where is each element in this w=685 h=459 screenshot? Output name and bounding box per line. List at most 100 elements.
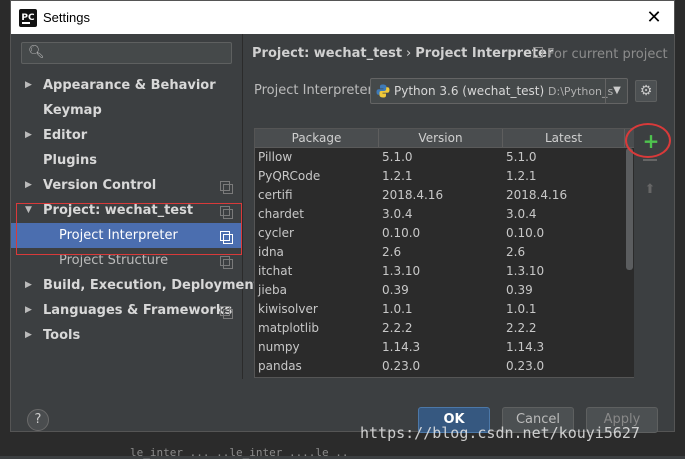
table-row[interactable]: certifi 2018.4.16 2018.4.16 [255,186,625,205]
package-name: jieba [258,283,288,297]
close-icon[interactable]: ✕ [643,7,665,29]
package-name: matplotlib [258,321,320,335]
settings-window: PC Settings ✕ 🔍︎ ▶ Appearance & Behavior… [10,0,675,433]
sidebar-item-label: Build, Execution, Deployment [43,278,260,293]
package-version: 3.0.4 [382,207,413,221]
package-latest: 2018.4.16 [506,188,568,202]
breadcrumb-project: Project: wechat_test [252,46,403,61]
table-row[interactable]: pandas 0.23.0 0.23.0 [255,357,625,376]
interpreter-value: Python 3.6 (wechat_test) D:\Python_s [394,84,613,98]
table-row[interactable]: cycler 0.10.0 0.10.0 [255,224,625,243]
python-icon [376,84,390,98]
interpreter-name: Python 3.6 (wechat_test) [394,84,545,98]
sidebar-item-build-execution-deployment[interactable]: ▶ Build, Execution, Deployment [11,273,260,298]
pycharm-app-icon: PC [19,9,37,27]
project-scope-icon [220,256,233,269]
package-name: cycler [258,226,294,240]
expand-arrow-icon[interactable]: ▶ [25,323,32,348]
breadcrumb-separator: › [406,46,412,61]
expand-arrow-icon[interactable]: ▶ [25,173,32,198]
desktop-edge-right [675,0,685,456]
settings-search-input[interactable]: 🔍︎ [21,42,232,64]
package-name: chardet [258,207,304,221]
package-version: 1.14.3 [382,340,421,354]
sidebar-item-label: Plugins [43,153,97,168]
for-current-project-note: For current project [533,47,668,62]
column-header-package[interactable]: Package [255,129,379,147]
package-version: 1.0.1 [382,302,413,316]
table-row[interactable]: idna 2.6 2.6 [255,243,625,262]
package-version: 2.6 [382,245,402,259]
package-version: 0.10.0 [382,226,421,240]
sidebar-item-keymap[interactable]: Keymap [11,98,242,123]
table-row[interactable]: chardet 3.0.4 3.0.4 [255,205,625,224]
package-name: numpy [258,340,300,354]
table-row[interactable]: numpy 1.14.3 1.14.3 [255,338,625,357]
sidebar-item-label: Languages & Frameworks [43,303,233,318]
table-row[interactable]: itchat 1.3.10 1.3.10 [255,262,625,281]
column-header-latest[interactable]: Latest [503,129,625,147]
desktop-edge-left [0,0,10,456]
package-name: itchat [258,264,293,278]
sidebar-item-label: Appearance & Behavior [43,78,216,93]
package-name: certifi [258,188,293,202]
package-latest: 0.10.0 [506,226,545,240]
expand-arrow-icon[interactable]: ▶ [25,273,32,298]
package-latest: 0.23.0 [506,359,545,373]
expand-arrow-icon[interactable]: ▶ [25,298,32,323]
interpreter-label: Project Interpreter: [254,83,378,98]
package-name: Pillow [258,150,293,164]
table-actions-bar [634,128,660,378]
column-header-version[interactable]: Version [379,129,503,147]
interpreter-path: D:\Python_s [548,85,614,98]
package-version: 2.2.2 [382,321,413,335]
settings-sidebar: 🔍︎ ▶ Appearance & Behavior Keymap ▶ Edit… [11,34,260,431]
background-editor-text: le_inter ... ..le_inter ....le .. [130,446,349,459]
expand-arrow-icon[interactable]: ▶ [25,73,32,98]
sidebar-item-languages-frameworks[interactable]: ▶ Languages & Frameworks [11,298,242,323]
table-scrollbar[interactable] [626,148,633,270]
project-scope-icon [533,47,543,58]
table-row[interactable]: matplotlib 2.2.2 2.2.2 [255,319,625,338]
minus-icon[interactable] [643,159,657,161]
breadcrumb: Project: wechat_test › Project Interpreter [252,46,553,61]
package-version: 1.3.10 [382,264,421,278]
project-scope-icon [220,306,233,319]
search-icon: 🔍︎ [28,45,45,60]
table-row[interactable]: PyQRCode 1.2.1 1.2.1 [255,167,625,186]
package-name: kiwisolver [258,302,318,316]
table-row[interactable]: jieba 0.39 0.39 [255,281,625,300]
window-title: Settings [43,10,90,25]
expand-arrow-icon[interactable]: ▶ [25,123,32,148]
up-arrow-icon[interactable]: ⬆ [644,182,656,198]
package-version: 0.23.0 [382,359,421,373]
package-latest: 1.14.3 [506,340,545,354]
help-icon[interactable]: ? [27,409,49,431]
sidebar-item-appearance-behavior[interactable]: ▶ Appearance & Behavior [11,73,242,98]
package-latest: 2.6 [506,245,526,259]
package-latest: 5.1.0 [506,150,537,164]
package-latest: 0.39 [506,283,533,297]
interpreter-select[interactable]: Python 3.6 (wechat_test) D:\Python_s [370,78,628,104]
package-latest: 3.0.4 [506,207,537,221]
package-name: PyQRCode [258,169,321,183]
table-row[interactable]: kiwisolver 1.0.1 1.0.1 [255,300,625,319]
package-version: 0.39 [382,283,409,297]
for-current-project-label: For current project [547,47,668,62]
package-latest: 1.0.1 [506,302,537,316]
sidebar-item-plugins[interactable]: Plugins [11,148,242,173]
gear-icon[interactable]: ⚙ [635,80,657,102]
red-highlight-annotation [16,203,242,255]
table-row[interactable]: Pillow 5.1.0 5.1.0 [255,148,625,167]
sidebar-item-tools[interactable]: ▶ Tools [11,323,242,348]
package-version: 2018.4.16 [382,188,444,202]
title-bar: PC Settings ✕ [11,1,674,34]
red-circle-annotation [625,123,671,158]
sidebar-item-editor[interactable]: ▶ Editor [11,123,242,148]
packages-table: Package Version Latest Pillow 5.1.0 5.1.0 P… [254,128,635,378]
sidebar-item-label: Tools [43,328,81,343]
sidebar-item-label: Editor [43,128,88,143]
chevron-down-icon[interactable]: ▼ [605,78,628,104]
sidebar-item-version-control[interactable]: ▶ Version Control [11,173,242,198]
table-header: Package Version Latest [255,129,634,148]
